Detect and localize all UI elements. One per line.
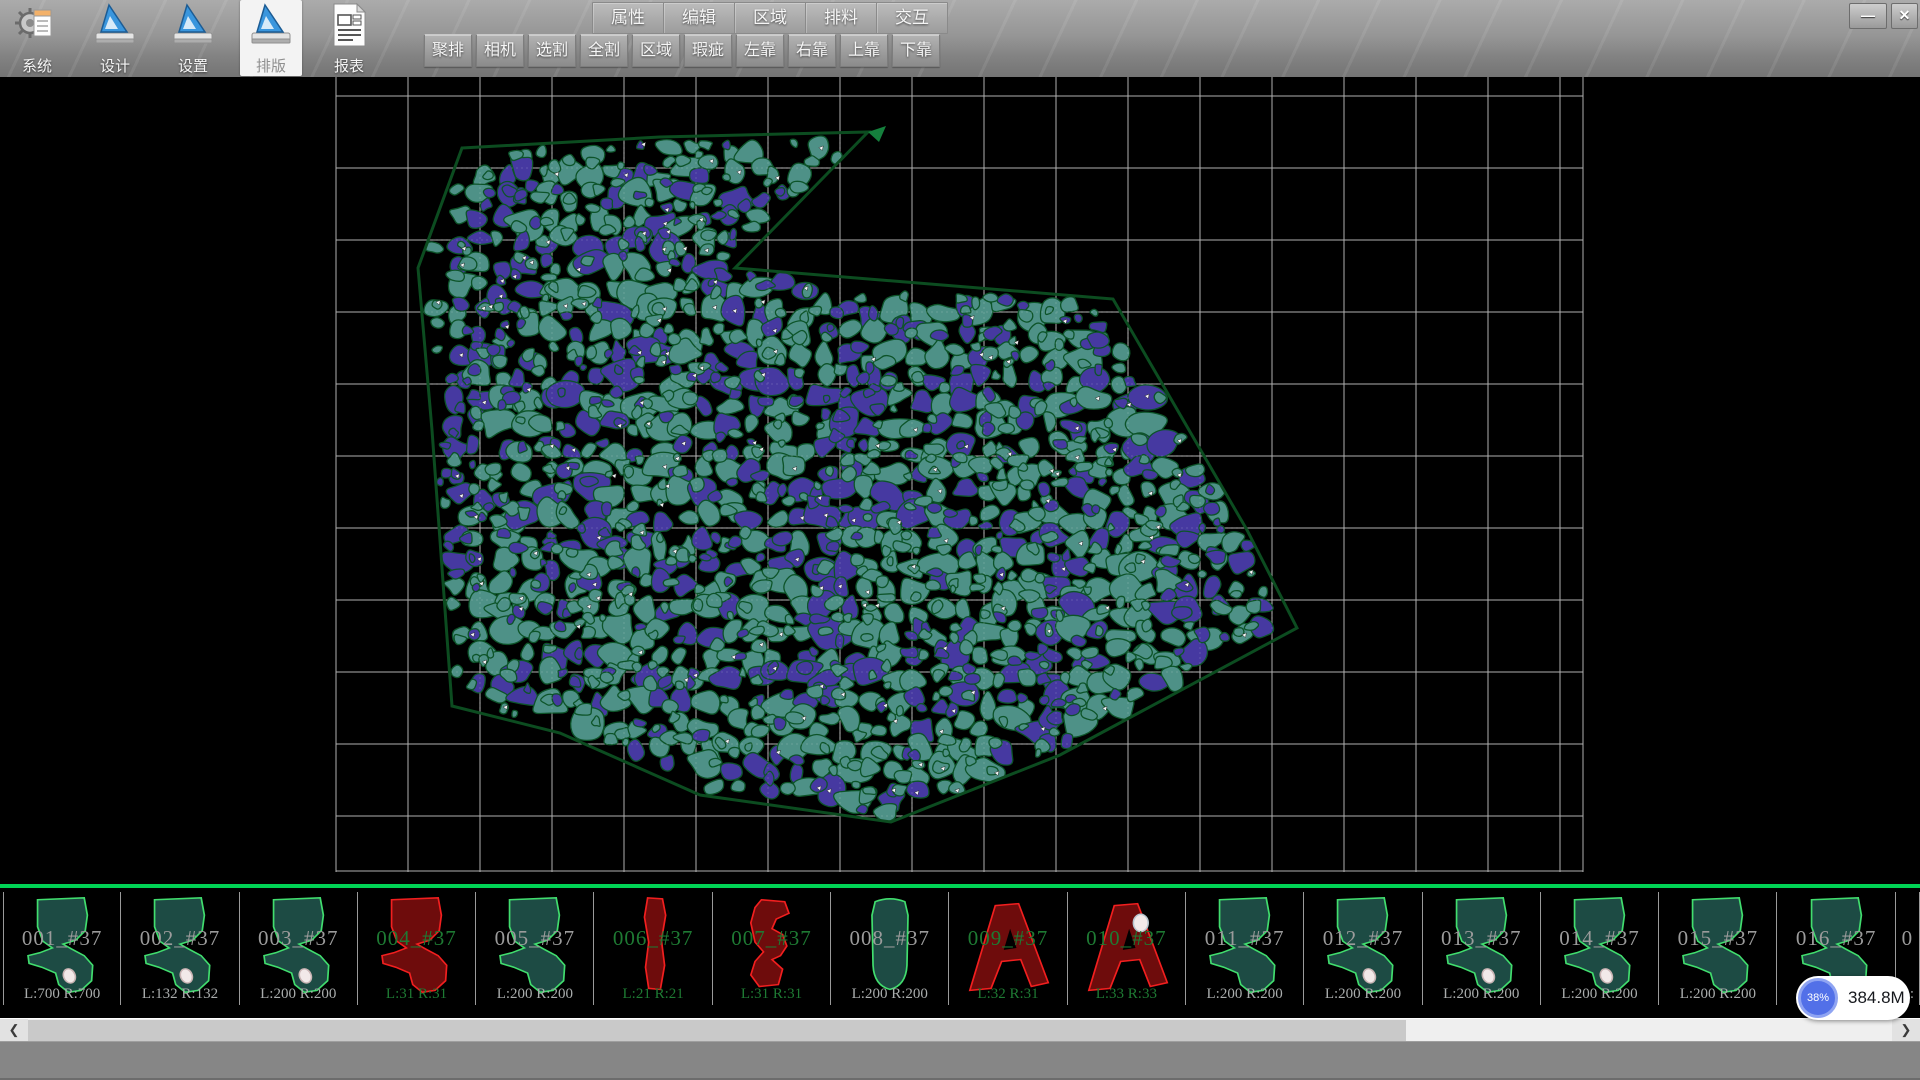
piece-id-label: 012_#37: [1304, 926, 1421, 951]
memory-usage-label: 384.8M: [1848, 976, 1905, 1020]
piece-id-label: 002_#37: [121, 926, 238, 951]
app-button-label: 设置: [178, 55, 208, 76]
app-button-1[interactable]: 设计: [84, 0, 146, 76]
menu-bar: 属性编辑区域排料交互: [592, 2, 948, 34]
piece-lr-label: L:132 R:132: [121, 986, 238, 1003]
piece-lr-label: L:31 R:31: [358, 986, 475, 1003]
piece-id-label: 007_#37: [713, 926, 830, 951]
piece-lr-label: L:200 R:200: [1186, 986, 1303, 1003]
tool-button-8[interactable]: 上靠: [840, 34, 888, 67]
piece-id-label: 008_#37: [831, 926, 948, 951]
piece-id-label: 016_#37: [1778, 926, 1895, 951]
gear-doc-icon: [14, 2, 60, 53]
tool-button-row: 聚排相机选割全割区域瑕疵左靠右靠上靠下靠: [424, 34, 940, 67]
piece-thumbnail-4[interactable]: 004_#37 L:31 R:31: [358, 892, 476, 1005]
piece-lr-label: L:200 R:200: [831, 986, 948, 1003]
tool-button-9[interactable]: 下靠: [892, 34, 940, 67]
piece-id-label: 006_#37: [595, 926, 712, 951]
app-button-2[interactable]: 设置: [162, 0, 224, 76]
tool-button-2[interactable]: 选割: [528, 34, 576, 67]
nesting-canvas[interactable]: [0, 77, 1920, 884]
close-button[interactable]: ✕: [1891, 3, 1918, 29]
window-controls: —✕: [1849, 3, 1918, 29]
scrollbar-thumb[interactable]: [28, 1020, 1406, 1041]
piece-lr-label: L:32 R:31: [949, 986, 1066, 1003]
piece-id-label: 015_#37: [1659, 926, 1776, 951]
piece-lr-label: L:21 R:21: [595, 986, 712, 1003]
piece-id-label: 013_#37: [1423, 926, 1540, 951]
tool-button-4[interactable]: 区域: [632, 34, 680, 67]
piece-lr-label: L:200 R:200: [1423, 986, 1540, 1003]
piece-thumbnail-6[interactable]: 006_#37 L:21 R:21: [595, 892, 713, 1005]
piece-id-label: 0: [1896, 926, 1919, 951]
scroll-left-arrow-icon[interactable]: ❮: [0, 1019, 28, 1041]
tool-button-7[interactable]: 右靠: [788, 34, 836, 67]
menu-item-4[interactable]: 交互: [877, 3, 947, 33]
app-button-label: 排版: [256, 55, 286, 76]
set-square-icon: [92, 2, 138, 53]
progress-badge: 38% 384.8M: [1796, 976, 1910, 1020]
app-button-4[interactable]: 报表: [318, 0, 380, 76]
status-bar: [0, 1041, 1920, 1080]
tool-button-5[interactable]: 瑕疵: [684, 34, 732, 67]
app-button-0[interactable]: 系统: [6, 0, 68, 76]
piece-id-label: 005_#37: [476, 926, 593, 951]
piece-lr-label: L:31 R:31: [713, 986, 830, 1003]
piece-thumbnail-strip: 001_#37 L:700 R:700 002_#37 L:132 R:132 …: [0, 884, 1920, 1005]
piece-lr-label: L:200 R:200: [476, 986, 593, 1003]
piece-thumbnail-15[interactable]: 015_#37 L:200 R:200: [1659, 892, 1777, 1005]
piece-thumbnail-8[interactable]: 008_#37 L:200 R:200: [831, 892, 949, 1005]
piece-thumbnail-2[interactable]: 002_#37 L:132 R:132: [121, 892, 239, 1005]
piece-id-label: 014_#37: [1541, 926, 1658, 951]
set-square-icon: [248, 2, 294, 53]
nest-canvas-svg[interactable]: [0, 77, 1920, 884]
piece-id-label: 003_#37: [240, 926, 357, 951]
app-button-label: 系统: [22, 55, 52, 76]
piece-lr-label: L:700 R:700: [4, 986, 120, 1003]
progress-percent-ring: 38%: [1798, 978, 1838, 1018]
piece-lr-label: L:33 R:33: [1068, 986, 1185, 1003]
piece-thumbnail-10[interactable]: 010_#37 L:33 R:33: [1068, 892, 1186, 1005]
set-square-icon: [170, 2, 216, 53]
scroll-right-arrow-icon[interactable]: ❯: [1892, 1019, 1920, 1041]
piece-thumbnail-1[interactable]: 001_#37 L:700 R:700: [3, 892, 121, 1005]
minimize-button[interactable]: —: [1849, 3, 1887, 29]
piece-thumbnail-14[interactable]: 014_#37 L:200 R:200: [1541, 892, 1659, 1005]
piece-id-label: 001_#37: [4, 926, 120, 951]
tool-button-0[interactable]: 聚排: [424, 34, 472, 67]
report-doc-icon: [326, 2, 372, 53]
piece-id-label: 004_#37: [358, 926, 475, 951]
main-toolbar: 系统 设计 设置 排版 报表 属性编辑区域排料交互 聚排相机选割全割区域瑕疵左靠…: [0, 0, 1920, 79]
piece-thumbnail-7[interactable]: 007_#37 L:31 R:31: [713, 892, 831, 1005]
piece-thumbnail-12[interactable]: 012_#37 L:200 R:200: [1304, 892, 1422, 1005]
menu-item-0[interactable]: 属性: [593, 3, 664, 33]
tool-button-6[interactable]: 左靠: [736, 34, 784, 67]
piece-lr-label: L:200 R:200: [240, 986, 357, 1003]
horizontal-scrollbar[interactable]: ❮ ❯: [0, 1018, 1920, 1041]
piece-thumbnail-5[interactable]: 005_#37 L:200 R:200: [476, 892, 594, 1005]
piece-thumbnail-3[interactable]: 003_#37 L:200 R:200: [240, 892, 358, 1005]
piece-lr-label: L:200 R:200: [1659, 986, 1776, 1003]
menu-item-1[interactable]: 编辑: [664, 3, 735, 33]
tool-button-3[interactable]: 全割: [580, 34, 628, 67]
piece-thumbnail-9[interactable]: 009_#37 L:32 R:31: [949, 892, 1067, 1005]
piece-lr-label: L:200 R:200: [1304, 986, 1421, 1003]
application-window: 系统 设计 设置 排版 报表 属性编辑区域排料交互 聚排相机选割全割区域瑕疵左靠…: [0, 0, 1920, 1080]
piece-thumbnail-11[interactable]: 011_#37 L:200 R:200: [1186, 892, 1304, 1005]
menu-item-2[interactable]: 区域: [735, 3, 806, 33]
app-button-label: 报表: [334, 55, 364, 76]
piece-id-label: 010_#37: [1068, 926, 1185, 951]
menu-item-3[interactable]: 排料: [806, 3, 877, 33]
piece-lr-label: L:200 R:200: [1541, 986, 1658, 1003]
app-button-label: 设计: [100, 55, 130, 76]
app-button-3[interactable]: 排版: [240, 0, 302, 76]
piece-id-label: 009_#37: [949, 926, 1066, 951]
piece-id-label: 011_#37: [1186, 926, 1303, 951]
piece-thumbnail-13[interactable]: 013_#37 L:200 R:200: [1423, 892, 1541, 1005]
app-mode-buttons: 系统 设计 设置 排版 报表: [6, 0, 380, 77]
tool-button-1[interactable]: 相机: [476, 34, 524, 67]
